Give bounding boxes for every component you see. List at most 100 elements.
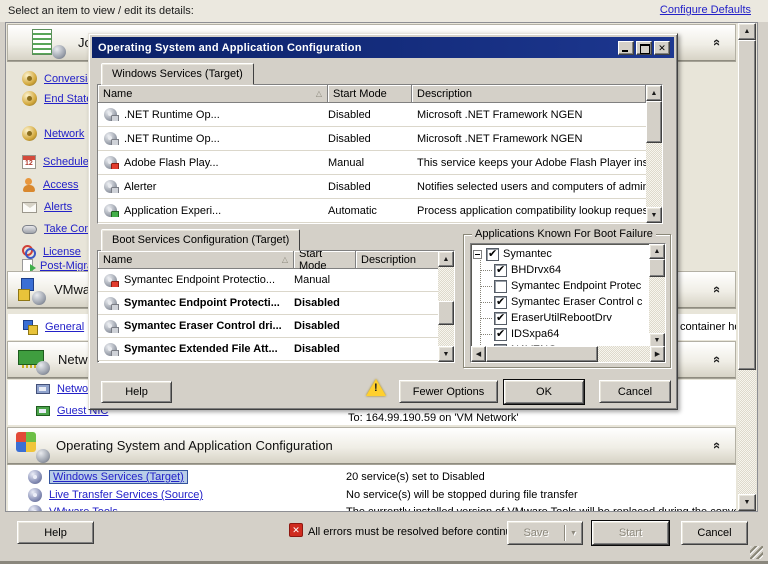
scroll-left-icon[interactable]: ◀ bbox=[471, 346, 486, 362]
service-row[interactable]: Alerter Disabled Notifies selected users… bbox=[98, 175, 662, 199]
services-table-header: Name Start Mode Description bbox=[98, 85, 662, 103]
sidebar-item-end-states[interactable]: End States bbox=[22, 91, 98, 106]
checkbox[interactable] bbox=[494, 296, 507, 309]
checkbox[interactable] bbox=[486, 248, 499, 261]
column-header-description[interactable]: Description bbox=[356, 251, 440, 269]
sidebar-item-schedule[interactable]: Schedule bbox=[22, 155, 89, 169]
os-item-vmware-tools[interactable]: VMware Tools bbox=[28, 505, 118, 511]
service-row[interactable]: .NET Runtime Op... Disabled Microsoft .N… bbox=[98, 127, 662, 151]
tree-item-label: Symantec Endpoint Protec bbox=[511, 280, 641, 292]
save-split-button[interactable]: Save ▼ bbox=[507, 521, 583, 545]
os-item-label-selected[interactable]: Windows Services (Target) bbox=[49, 470, 188, 484]
save-dropdown-icon[interactable]: ▼ bbox=[565, 530, 582, 537]
sidebar-item-label[interactable]: Access bbox=[43, 179, 78, 191]
checkbox[interactable] bbox=[494, 312, 507, 325]
help-button[interactable]: Help bbox=[17, 521, 94, 544]
checkbox[interactable] bbox=[494, 328, 507, 341]
os-item-description: The currently installed version of VMwar… bbox=[346, 506, 736, 511]
tree-connector bbox=[481, 318, 492, 319]
sidebar-item-label[interactable]: Network bbox=[44, 128, 84, 140]
sidebar-item-network[interactable]: Network bbox=[22, 126, 84, 141]
tree-vertical-scrollbar[interactable]: ▲ ▼ bbox=[649, 244, 665, 348]
gear-icon bbox=[28, 505, 42, 511]
scroll-up-icon[interactable]: ▲ bbox=[738, 23, 756, 40]
collapse-chevron-icon[interactable] bbox=[710, 356, 725, 363]
vmware-icon bbox=[18, 277, 44, 303]
tree-item[interactable]: IDSxpa64 bbox=[481, 326, 657, 342]
sidebar-item-access[interactable]: Access bbox=[22, 178, 78, 192]
tab-windows-services[interactable]: Windows Services (Target) bbox=[101, 63, 254, 85]
dialog-titlebar[interactable]: Operating System and Application Configu… bbox=[92, 37, 674, 58]
service-row[interactable]: Adobe Flash Play... Manual This service … bbox=[98, 151, 662, 175]
scroll-right-icon[interactable]: ▶ bbox=[650, 346, 665, 362]
boot-service-row[interactable]: Symantec Endpoint Protectio... Manual bbox=[98, 269, 454, 292]
os-item-description: 20 service(s) set to Disabled bbox=[346, 471, 485, 483]
tree-item-label: Symantec bbox=[503, 248, 552, 260]
vmware-item-label[interactable]: General bbox=[45, 321, 84, 333]
service-row[interactable]: .NET Runtime Op... Disabled Microsoft .N… bbox=[98, 103, 662, 127]
scrollbar-thumb[interactable] bbox=[649, 259, 665, 277]
maximize-icon[interactable] bbox=[636, 41, 652, 55]
os-item-live-transfer-services[interactable]: Live Transfer Services (Source) bbox=[28, 488, 203, 502]
scroll-up-icon[interactable]: ▲ bbox=[438, 251, 454, 267]
boot-table-scrollbar[interactable]: ▲ ▼ bbox=[438, 251, 454, 362]
panel-scrollbar[interactable]: ▲ ▼ bbox=[738, 23, 756, 511]
cancel-button[interactable]: Cancel bbox=[681, 521, 748, 545]
collapse-chevron-icon[interactable] bbox=[710, 442, 725, 449]
close-icon[interactable] bbox=[654, 41, 670, 55]
scrollbar-thumb[interactable] bbox=[738, 40, 756, 370]
scroll-down-icon[interactable]: ▼ bbox=[738, 494, 756, 511]
os-item-label[interactable]: VMware Tools bbox=[49, 506, 118, 511]
column-header-description[interactable]: Description bbox=[412, 85, 646, 103]
collapse-chevron-icon[interactable] bbox=[710, 39, 725, 46]
tab-boot-services[interactable]: Boot Services Configuration (Target) bbox=[101, 229, 300, 251]
service-row[interactable]: Application Experi... Automatic Process … bbox=[98, 199, 662, 223]
configure-defaults-link[interactable]: Configure Defaults bbox=[660, 4, 751, 16]
column-header-name[interactable]: Name bbox=[98, 85, 328, 103]
gear-icon bbox=[22, 71, 37, 86]
sidebar-item-alerts[interactable]: Alerts bbox=[22, 201, 72, 213]
tree-item[interactable]: Symantec Endpoint Protec bbox=[481, 278, 657, 294]
ok-button[interactable]: OK bbox=[504, 380, 584, 404]
tree-item[interactable]: BHDrvx64 bbox=[481, 262, 657, 278]
tree-item[interactable]: Symantec Eraser Control c bbox=[481, 294, 657, 310]
column-header-name[interactable]: Name bbox=[98, 251, 294, 269]
sidebar-item-label[interactable]: Alerts bbox=[44, 201, 72, 213]
boot-service-row[interactable]: Symantec Endpoint Protecti... Disabled bbox=[98, 292, 454, 315]
scroll-down-icon[interactable]: ▼ bbox=[646, 207, 662, 223]
scroll-up-icon[interactable]: ▲ bbox=[649, 244, 665, 259]
start-button[interactable]: Start bbox=[592, 521, 669, 545]
sidebar-item-label[interactable]: License bbox=[43, 246, 81, 258]
scrollbar-thumb[interactable] bbox=[486, 346, 598, 362]
sidebar-item-label[interactable]: Schedule bbox=[43, 156, 89, 168]
tree-horizontal-scrollbar[interactable]: ◀ ▶ bbox=[471, 346, 665, 362]
checkbox[interactable] bbox=[494, 280, 507, 293]
tree-item[interactable]: EraserUtilRebootDrv bbox=[481, 310, 657, 326]
scroll-down-icon[interactable]: ▼ bbox=[438, 346, 454, 362]
person-icon bbox=[22, 178, 36, 192]
scrollbar-thumb[interactable] bbox=[646, 101, 662, 143]
os-item-windows-services[interactable]: Windows Services (Target) bbox=[28, 470, 188, 484]
services-table-scrollbar[interactable]: ▲ ▼ bbox=[646, 85, 662, 223]
dialog-help-button[interactable]: Help bbox=[101, 381, 172, 403]
os-item-label[interactable]: Live Transfer Services (Source) bbox=[49, 489, 203, 501]
scrollbar-thumb[interactable] bbox=[438, 301, 454, 325]
column-header-start-mode[interactable]: Start Mode bbox=[294, 251, 356, 269]
sidebar-item-license[interactable]: License bbox=[22, 245, 81, 259]
dialog-cancel-button[interactable]: Cancel bbox=[599, 380, 671, 403]
tree-item-root[interactable]: Symantec bbox=[471, 246, 647, 262]
collapse-chevron-icon[interactable] bbox=[710, 286, 725, 293]
checkbox[interactable] bbox=[494, 264, 507, 277]
minimize-icon[interactable] bbox=[618, 41, 634, 55]
section-header-os-app-config[interactable]: Operating System and Application Configu… bbox=[7, 427, 736, 464]
save-button[interactable]: Save bbox=[508, 527, 564, 539]
vmware-item-general[interactable]: General bbox=[22, 320, 84, 334]
fewer-options-button[interactable]: Fewer Options bbox=[399, 380, 498, 403]
tree-item-label: IDSxpa64 bbox=[511, 328, 559, 340]
boot-service-row[interactable]: Symantec Extended File Att... Disabled bbox=[98, 338, 454, 361]
resize-grip[interactable] bbox=[750, 546, 763, 559]
boot-service-row[interactable]: Symantec Eraser Control dri... Disabled bbox=[98, 315, 454, 338]
collapse-expander-icon[interactable] bbox=[473, 250, 482, 259]
scroll-up-icon[interactable]: ▲ bbox=[646, 85, 662, 101]
column-header-start-mode[interactable]: Start Mode bbox=[328, 85, 412, 103]
